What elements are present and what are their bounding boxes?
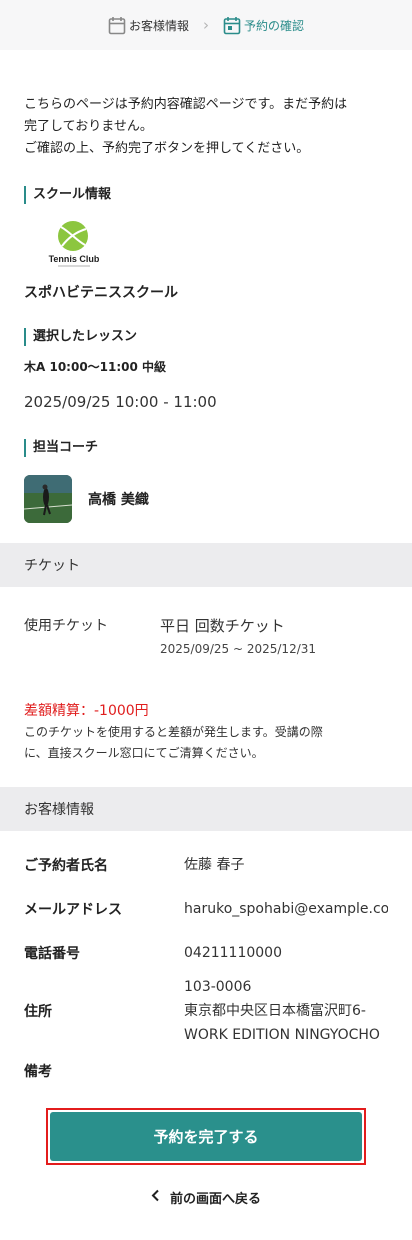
customer-info-table: ご予約者氏名 佐藤 春子 メールアドレス haruko_spohabi@exam… — [0, 853, 412, 1083]
logo-text: Tennis Club — [49, 254, 100, 264]
ticket-label: 使用チケット — [24, 618, 108, 634]
school-heading: スクール情報 — [24, 186, 388, 204]
complete-reservation-button[interactable]: 予約を完了する — [50, 1112, 362, 1161]
calendar-icon — [108, 16, 126, 35]
customer-note-row: 備考 — [24, 1059, 412, 1083]
ticket-name: 平日 回数チケット — [160, 617, 285, 635]
back-link-label: 前の画面へ戻る — [169, 1192, 261, 1207]
customer-section-header: お客様情報 — [0, 787, 412, 831]
price-difference-note: このチケットを使用すると差額が発生します。受講の際 に、直接スクール窓口にてご清… — [24, 725, 323, 760]
customer-address-label: 住所 — [24, 1004, 52, 1020]
coach-name: 高橋 美織 — [88, 492, 149, 508]
school-name: スポハビテニススクール — [24, 285, 178, 301]
customer-phone-row: 電話番号 04211110000 — [24, 941, 412, 965]
customer-email-row: メールアドレス haruko_spohabi@example.com — [24, 897, 412, 921]
customer-phone-value: 04211110000 — [184, 945, 282, 961]
customer-address-row: 住所 103-0006 東京都中央区日本橋富沢町6- WORK EDITION … — [24, 975, 412, 1047]
chevron-left-icon — [151, 1189, 160, 1206]
coach-avatar — [24, 475, 72, 523]
ticket-period: 2025/09/25 ~ 2025/12/31 — [160, 642, 317, 656]
customer-email-value: haruko_spohabi@example.com — [184, 901, 388, 917]
customer-phone-label: 電話番号 — [24, 946, 80, 962]
customer-address-value: 103-0006 東京都中央区日本橋富沢町6- WORK EDITION NIN… — [184, 979, 380, 1043]
customer-name-value: 佐藤 春子 — [184, 857, 245, 873]
progress-steps: お客様情報 › 予約の確認 — [0, 0, 412, 50]
school-logo: Tennis Club — [48, 220, 100, 268]
price-difference-title: 差額精算：-1000円 — [24, 703, 149, 719]
chevron-right-icon: › — [203, 15, 209, 34]
coach-heading: 担当コーチ — [24, 439, 388, 457]
intro-text: こちらのページは予約内容確認ページです。まだ予約は 完了しておりません。 ご確認… — [24, 97, 348, 156]
step-confirm: 予約の確認 — [223, 16, 304, 35]
complete-button-highlight: 予約を完了する — [46, 1108, 366, 1165]
ticket-section-header: チケット — [0, 543, 412, 587]
ticket-row: 使用チケット 平日 回数チケット 2025/09/25 ~ 2025/12/31 — [0, 615, 412, 656]
customer-name-label: ご予約者氏名 — [24, 858, 108, 874]
lesson-datetime: 2025/09/25 10:00 - 11:00 — [24, 393, 217, 411]
coach-card: 高橋 美織 — [24, 475, 388, 523]
lesson-name: 木A 10:00〜11:00 中級 — [24, 360, 167, 374]
back-link[interactable]: 前の画面へ戻る — [0, 1188, 412, 1207]
step-customer-info: お客様情報 — [108, 16, 189, 35]
customer-email-label: メールアドレス — [24, 902, 122, 918]
step-label: お客様情報 — [128, 18, 189, 33]
lesson-heading: 選択したレッスン — [24, 328, 388, 346]
ticket-info: 平日 回数チケット 2025/09/25 ~ 2025/12/31 — [160, 615, 316, 656]
customer-name-row: ご予約者氏名 佐藤 春子 — [24, 853, 412, 877]
step-label: 予約の確認 — [244, 18, 305, 33]
calendar-check-icon — [223, 16, 241, 35]
customer-note-label: 備考 — [24, 1064, 52, 1080]
